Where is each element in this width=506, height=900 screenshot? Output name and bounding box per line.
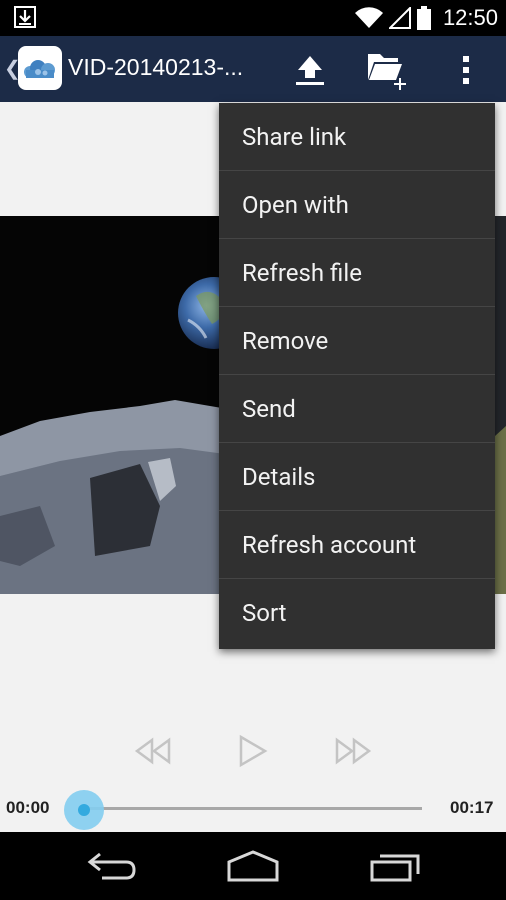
cell-signal-icon (388, 7, 411, 29)
action-bar-title: VID-20140213-... (68, 54, 244, 80)
download-notification-icon (14, 6, 36, 28)
new-folder-icon[interactable] (366, 48, 410, 90)
menu-item-send[interactable]: Send (219, 375, 495, 443)
play-icon[interactable] (238, 734, 268, 768)
menu-item-remove[interactable]: Remove (219, 307, 495, 375)
menu-item-share-link[interactable]: Share link (219, 103, 495, 171)
media-controls: 00:00 00:17 (0, 720, 506, 832)
action-bar: ❮ VID-20140213-... (0, 36, 506, 102)
menu-item-open-with[interactable]: Open with (219, 171, 495, 239)
navigation-bar (0, 832, 506, 900)
seek-bar[interactable] (84, 807, 422, 810)
upload-icon[interactable] (290, 50, 330, 90)
home-icon[interactable] (226, 850, 280, 882)
seek-thumb-center[interactable] (78, 804, 90, 816)
overflow-menu-icon[interactable] (452, 50, 480, 90)
overflow-menu: Share link Open with Refresh file Remove… (219, 103, 495, 649)
duration: 00:17 (450, 798, 494, 817)
wifi-icon (354, 7, 383, 29)
menu-item-refresh-account[interactable]: Refresh account (219, 511, 495, 579)
recent-apps-icon[interactable] (370, 850, 422, 882)
status-time: 12:50 (442, 5, 498, 30)
menu-item-sort[interactable]: Sort (219, 579, 495, 647)
menu-item-refresh-file[interactable]: Refresh file (219, 239, 495, 307)
back-icon[interactable] (86, 850, 138, 882)
rewind-icon[interactable] (134, 736, 172, 766)
menu-item-details[interactable]: Details (219, 443, 495, 511)
fast-forward-icon[interactable] (334, 736, 372, 766)
owncloud-logo-icon[interactable] (18, 46, 62, 90)
current-time: 00:00 (6, 798, 50, 817)
battery-icon (416, 6, 431, 30)
status-bar: 12:50 (0, 0, 506, 36)
